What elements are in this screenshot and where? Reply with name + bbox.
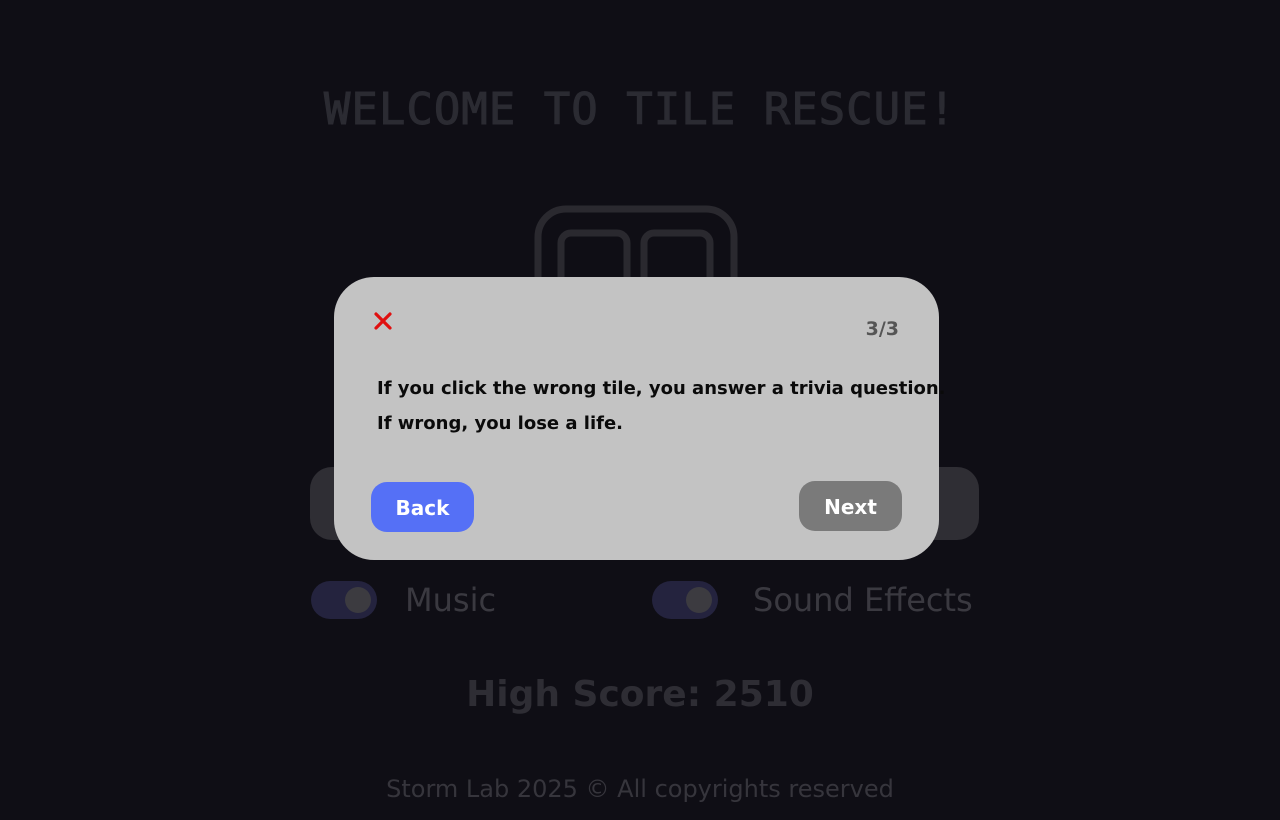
tutorial-line-2: If wrong, you lose a life. bbox=[377, 413, 624, 434]
tutorial-modal: 3/3 If you click the wrong tile, you ans… bbox=[334, 277, 946, 560]
close-icon[interactable] bbox=[372, 310, 394, 332]
tutorial-line-1: If you click the wrong tile, you answer … bbox=[377, 378, 946, 399]
music-label: Music bbox=[405, 581, 497, 619]
sound-effects-label: Sound Effects bbox=[753, 581, 973, 619]
page-title: WELCOME TO TILE RESCUE! bbox=[323, 84, 957, 136]
music-toggle-knob bbox=[345, 587, 371, 613]
sound-effects-toggle-knob bbox=[686, 587, 712, 613]
high-score: High Score: 2510 bbox=[466, 674, 814, 715]
back-button[interactable]: Back bbox=[371, 482, 474, 532]
next-button[interactable]: Next bbox=[799, 481, 902, 531]
tutorial-text: If you click the wrong tile, you answer … bbox=[377, 371, 946, 441]
footer-copyright: Storm Lab 2025 © All copyrights reserved bbox=[386, 775, 894, 803]
music-toggle[interactable] bbox=[311, 581, 377, 619]
sound-effects-toggle[interactable] bbox=[652, 581, 718, 619]
step-indicator: 3/3 bbox=[865, 318, 899, 340]
